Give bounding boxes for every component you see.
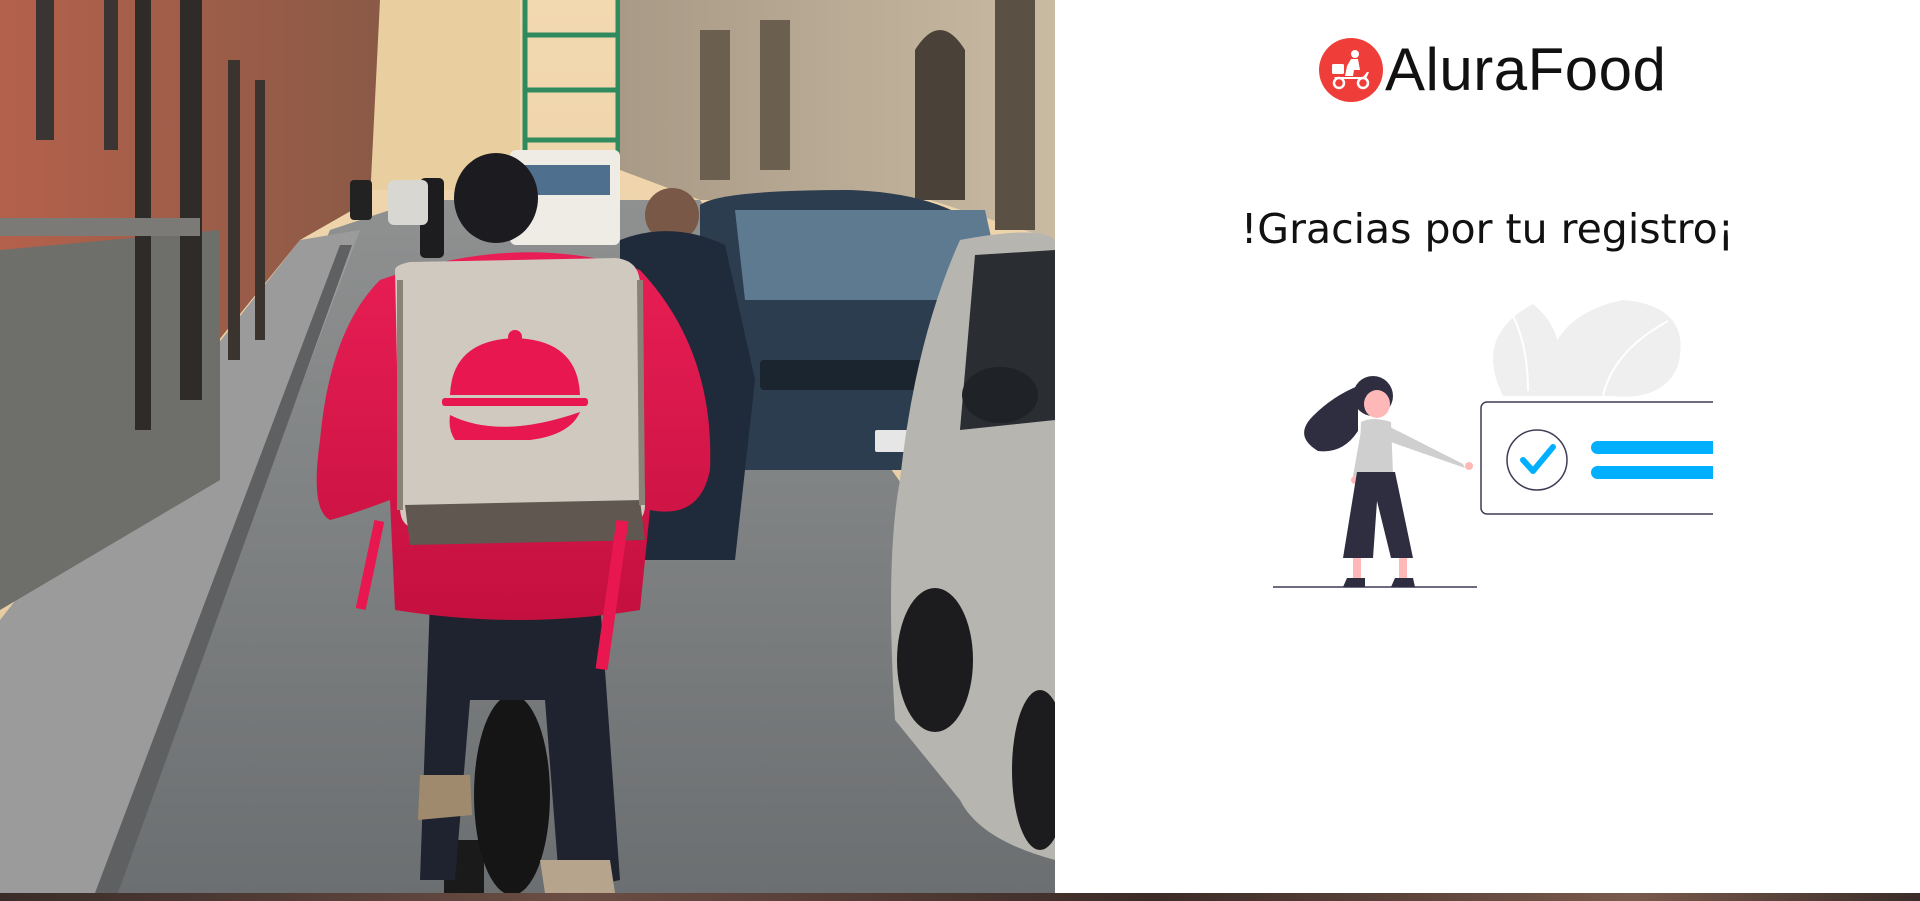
delivery-cyclist-photo [0, 0, 1055, 893]
content-panel: AluraFood !Gracias por tu registro¡ [1055, 0, 1920, 893]
bottom-strip [0, 893, 1920, 901]
hero-photo [0, 0, 1055, 893]
delivery-scooter-icon [1319, 38, 1383, 102]
confirmation-message: !Gracias por tu registro¡ [1240, 205, 1735, 253]
brand-name: AluraFood [1385, 36, 1667, 103]
brand-header[interactable]: AluraFood [1319, 37, 1666, 103]
registration-success-illustration [1273, 296, 1754, 601]
